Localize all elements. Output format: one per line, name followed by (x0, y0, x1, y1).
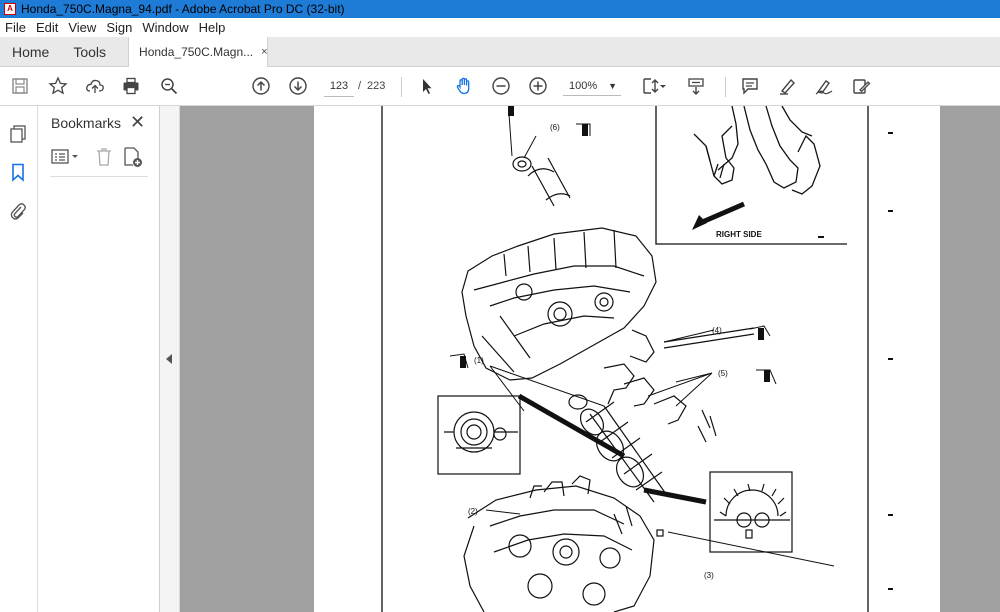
toolbar-divider (725, 77, 726, 97)
attachment-icon[interactable] (8, 201, 30, 223)
new-bookmark-icon[interactable] (122, 146, 144, 171)
highlight-pen-icon[interactable] (776, 75, 798, 97)
bookmarks-title: Bookmarks (51, 115, 122, 131)
chevron-down-icon[interactable] (658, 75, 668, 97)
diagram-label-3: (3) (704, 571, 714, 580)
sign-icon[interactable] (813, 75, 835, 97)
diagram-label-2: (2) (468, 507, 478, 516)
hand-tool-icon[interactable] (453, 75, 475, 97)
pdf-page: RIGHT SIDE (6) (4) (5) (1) (2) (3) (314, 106, 940, 612)
tab-document-label: Honda_750C.Magn... (139, 44, 254, 59)
zoom-value: 100% (569, 80, 598, 92)
delete-bookmark-icon[interactable] (94, 146, 114, 171)
window-title: Honda_750C.Magna_94.pdf - Adobe Acrobat … (21, 2, 345, 16)
page-thumbnails-icon[interactable] (8, 124, 30, 146)
scroll-mode-icon[interactable] (685, 75, 707, 97)
menu-window[interactable]: Window (137, 20, 193, 35)
tab-home[interactable]: Home (0, 37, 61, 67)
menu-bar: File Edit View Sign Window Help (0, 18, 1000, 37)
select-cursor-icon[interactable] (416, 75, 438, 97)
bookmark-options-icon[interactable] (50, 146, 84, 171)
bookmarks-toolbar (50, 146, 150, 170)
zoom-select[interactable]: 100% ▼ (563, 76, 621, 96)
menu-file[interactable]: File (0, 20, 31, 35)
menu-edit[interactable]: Edit (31, 20, 63, 35)
diagram-label-6: (6) (550, 123, 560, 132)
title-bar: A Honda_750C.Magna_94.pdf - Adobe Acroba… (0, 0, 1000, 18)
collapse-arrow-icon[interactable] (166, 354, 172, 364)
left-rail (0, 106, 38, 612)
menu-view[interactable]: View (63, 20, 101, 35)
diagram-label-4: (4) (712, 326, 722, 335)
menu-sign[interactable]: Sign (101, 20, 137, 35)
zoom-in-icon[interactable] (527, 75, 549, 97)
close-tab-icon[interactable]: × (261, 46, 267, 58)
fill-sign-icon[interactable] (850, 75, 872, 97)
chevron-down-icon: ▼ (608, 81, 617, 91)
tab-tools[interactable]: Tools (61, 37, 118, 67)
page-total: 223 (367, 80, 386, 92)
next-page-icon[interactable] (287, 75, 309, 97)
pdf-icon: A (4, 3, 16, 15)
document-viewer[interactable]: RIGHT SIDE (6) (4) (5) (1) (2) (3) (180, 106, 1000, 612)
page-number-input[interactable]: 123 (324, 75, 354, 97)
diagram-label-right-side: RIGHT SIDE (716, 230, 762, 239)
comment-icon[interactable] (739, 75, 761, 97)
close-icon[interactable]: ✕ (130, 112, 145, 133)
previous-page-icon[interactable] (250, 75, 272, 97)
toolbar-divider (401, 77, 402, 97)
tabs-bar: Home Tools Honda_750C.Magn... × (0, 36, 1000, 67)
exploded-transmission-diagram: RIGHT SIDE (6) (4) (5) (1) (2) (3) (381, 106, 893, 612)
page-separator: / (358, 80, 362, 92)
save-icon[interactable] (9, 75, 31, 97)
zoom-out-icon[interactable] (490, 75, 512, 97)
toolbar: 123 / 223 100% ▼ (0, 67, 1000, 106)
star-icon[interactable] (47, 75, 69, 97)
tab-document[interactable]: Honda_750C.Magn... × (128, 36, 269, 67)
viewer-right-margin (941, 106, 1000, 612)
bookmarks-panel: Bookmarks ✕ (38, 106, 160, 612)
print-icon[interactable] (120, 75, 142, 97)
diagram-label-5: (5) (718, 369, 728, 378)
menu-help[interactable]: Help (194, 20, 231, 35)
bookmark-icon[interactable] (8, 162, 30, 184)
cloud-upload-icon[interactable] (84, 75, 106, 97)
search-icon[interactable] (158, 75, 180, 97)
divider (50, 176, 148, 177)
panel-collapse-bar[interactable] (160, 106, 180, 612)
diagram-label-1: (1) (474, 356, 484, 365)
